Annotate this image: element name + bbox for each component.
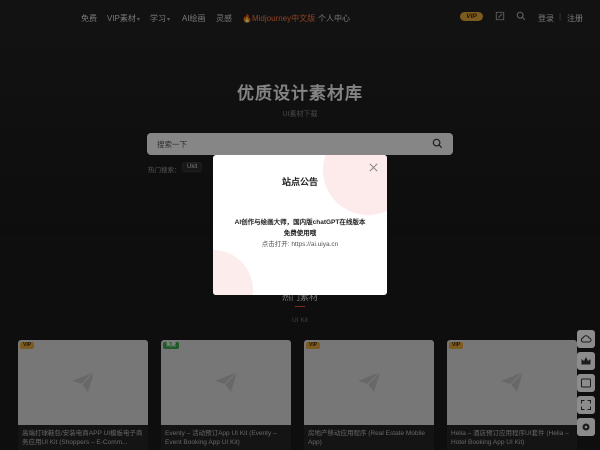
- modal-title: 站点公告: [281, 177, 318, 187]
- announcement-modal: 站点公告 AI创作与绘画大师，国内版chatGPT在线版本 免费使用哦 点击打开…: [213, 155, 387, 295]
- modal-decoration: [213, 250, 253, 295]
- close-icon[interactable]: [368, 162, 379, 173]
- modal-message-line: AI创作与绘画大师，国内版chatGPT在线版本: [234, 219, 366, 226]
- modal-link[interactable]: 点击打开: https://ai.uiya.cn: [213, 238, 387, 248]
- modal-message-line: 免费使用哦: [283, 230, 317, 237]
